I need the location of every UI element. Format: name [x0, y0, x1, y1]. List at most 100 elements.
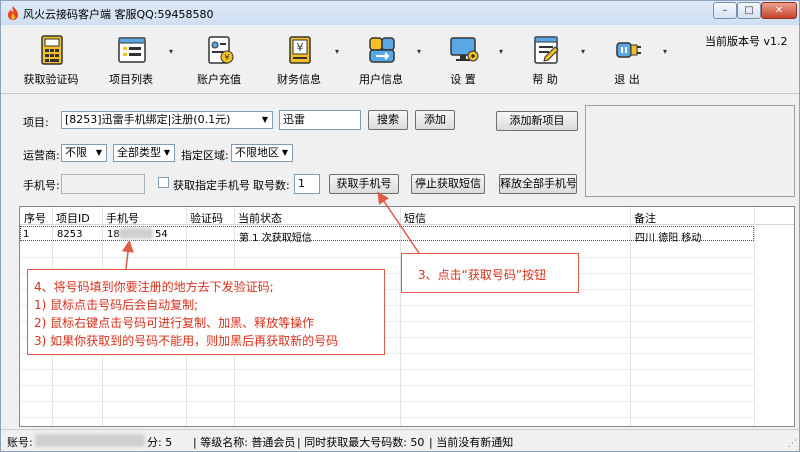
column-header[interactable]: 项目ID [56, 210, 90, 226]
step-callout: 3、点击“获取号码”按钮 [401, 253, 579, 293]
points-text: 分: 5 [147, 436, 173, 449]
instruction-callout: 4、将号码填到你要注册的地方去下发验证码; 1) 鼠标点击号码后会自动复制; 2… [27, 269, 385, 355]
chevron-down-icon: ▼ [281, 148, 289, 157]
column-divider [754, 207, 755, 426]
table-row[interactable]: 1 8253 18 54 第 1 次获取短信 四川 德阳 移动 [20, 226, 754, 244]
toolbar-label: 帮 助 [532, 73, 558, 86]
chevron-down-icon[interactable]: ▾ [169, 47, 177, 56]
level-text: | 等级名称: 普通会员 [193, 436, 296, 449]
toolbar-project-list[interactable]: 项目列表 [91, 31, 171, 87]
column-header[interactable]: 验证码 [190, 210, 223, 226]
finance-document-icon: ¥ [289, 36, 311, 64]
region-select[interactable]: 不限地区 ▼ [231, 144, 293, 162]
callout-line: 1) 鼠标点击号码后会自动复制; [34, 298, 199, 312]
version-label: 当前版本号 v1.2 [705, 35, 788, 48]
region-select-value: 不限地区 [235, 146, 279, 159]
project-select-value: [8253]迅雷手机绑定|注册(0.1元) [65, 113, 231, 126]
toolbar-label: 项目列表 [109, 73, 153, 86]
project-select[interactable]: [8253]迅雷手机绑定|注册(0.1元) ▼ [61, 111, 273, 129]
chevron-down-icon: ▼ [163, 148, 171, 157]
specify-phone-label: 获取指定手机号 [173, 179, 250, 192]
search-button[interactable]: 搜索 [368, 110, 408, 130]
release-all-button[interactable]: 释放全部手机号 [499, 174, 577, 194]
column-header[interactable]: 手机号 [106, 210, 139, 226]
max-count-text: | 同时获取最大号码数: 50 [297, 436, 425, 449]
row-divider [20, 385, 754, 386]
callout-line: 2) 鼠标右键点击号码可进行复制、加黑、释放等操作 [34, 316, 315, 330]
toolbar-get-code[interactable]: 获取验证码 [11, 31, 91, 87]
chevron-down-icon: ▼ [95, 148, 103, 157]
cell-phone-suffix[interactable]: 54 [155, 229, 168, 240]
close-button[interactable]: ✕ [761, 2, 797, 19]
column-header[interactable]: 当前状态 [238, 210, 282, 226]
resize-grip-icon[interactable]: ⋰ [788, 439, 797, 449]
carrier-select-value: 不限 [65, 146, 87, 159]
phone-label: 手机号: [23, 179, 60, 192]
search-input[interactable]: 迅雷 [279, 110, 361, 130]
callout-line: 3) 如果你获取到的号码不能用，则加黑后再获取新的号码 [34, 334, 339, 348]
flame-icon [8, 6, 18, 20]
chevron-down-icon: ▼ [261, 115, 269, 124]
column-header[interactable]: 短信 [404, 210, 426, 226]
cell-phone-prefix[interactable]: 18 [107, 229, 120, 240]
status-bar: 账号: 分: 5 | 等级名称: 普通会员 | 同时获取最大号码数: 50 | … [1, 429, 799, 451]
row-divider [20, 417, 754, 418]
toolbar-help[interactable]: 帮 助 [505, 31, 585, 87]
account-label: 账号: [7, 436, 33, 449]
cell-remark: 四川 德阳 移动 [635, 233, 702, 244]
info-panel [585, 105, 795, 197]
phone-input[interactable] [61, 174, 145, 194]
notice-text: | 当前没有新通知 [429, 436, 514, 449]
callout-line: 3、点击“获取号码”按钮 [418, 268, 547, 282]
app-window: 风火云接码客户端 客服QQ:59458580 – □ ✕ 获取验证码 项目列表 [0, 0, 800, 452]
cell-index: 1 [23, 229, 30, 240]
stop-sms-button[interactable]: 停止获取短信 [411, 174, 485, 194]
carrier-select[interactable]: 不限 ▼ [61, 144, 107, 162]
type-select-value: 全部类型 [117, 146, 161, 159]
toolbar-label: 用户信息 [359, 73, 403, 86]
column-header[interactable]: 序号 [24, 210, 46, 226]
add-project-button[interactable]: 添加新项目 [496, 111, 578, 131]
svg-text:¥: ¥ [297, 41, 304, 54]
list-window-icon [118, 37, 146, 63]
toolbar-label: 退 出 [614, 73, 640, 86]
toolbar-finance[interactable]: ¥ 财务信息 [259, 31, 339, 87]
row-divider [20, 401, 754, 402]
row-divider [20, 257, 754, 258]
toolbar-divider [1, 93, 799, 94]
user-swap-icon [369, 37, 395, 63]
monitor-settings-icon [450, 37, 479, 62]
maximize-button[interactable]: □ [737, 2, 761, 19]
id-card-icon: ¥ [208, 36, 234, 64]
exit-plug-icon [616, 42, 641, 58]
add-button[interactable]: 添加 [415, 110, 455, 130]
type-select[interactable]: 全部类型 ▼ [113, 144, 175, 162]
cell-status: 第 1 次获取短信 [239, 233, 312, 244]
region-label: 指定区域: [181, 149, 229, 162]
toolbar-label: 设 置 [450, 73, 476, 86]
toolbar-exit[interactable]: 退 出 [587, 31, 667, 87]
toolbar: 获取验证码 项目列表 ▾ ¥ 账户充值 ¥ 财务信息 ▾ 用户信息 ▾ 设 置 … [5, 27, 797, 91]
title-bar: 风火云接码客户端 客服QQ:59458580 – □ ✕ [1, 1, 799, 25]
carrier-label: 运营商: [23, 149, 60, 162]
minimize-button[interactable]: – [713, 2, 737, 19]
toolbar-user-info[interactable]: 用户信息 [341, 31, 421, 87]
redacted-account [35, 434, 145, 447]
count-label: 取号数: [253, 179, 290, 192]
cell-project-id: 8253 [57, 229, 83, 240]
toolbar-label: 账户充值 [197, 73, 241, 86]
row-divider [20, 369, 754, 370]
svg-text:¥: ¥ [224, 53, 229, 62]
toolbar-label: 获取验证码 [23, 73, 79, 86]
get-phone-button[interactable]: 获取手机号 [329, 174, 399, 194]
chevron-down-icon[interactable]: ▾ [663, 47, 671, 56]
project-label: 项目: [23, 116, 49, 129]
count-input-value: 1 [298, 177, 305, 190]
specify-phone-checkbox[interactable] [158, 177, 169, 188]
search-input-value: 迅雷 [283, 113, 305, 126]
redacted-phone [119, 228, 153, 239]
column-header[interactable]: 备注 [634, 210, 656, 226]
toolbar-settings[interactable]: 设 置 [423, 31, 503, 87]
toolbar-recharge[interactable]: ¥ 账户充值 [179, 31, 259, 87]
count-input[interactable]: 1 [294, 174, 320, 194]
